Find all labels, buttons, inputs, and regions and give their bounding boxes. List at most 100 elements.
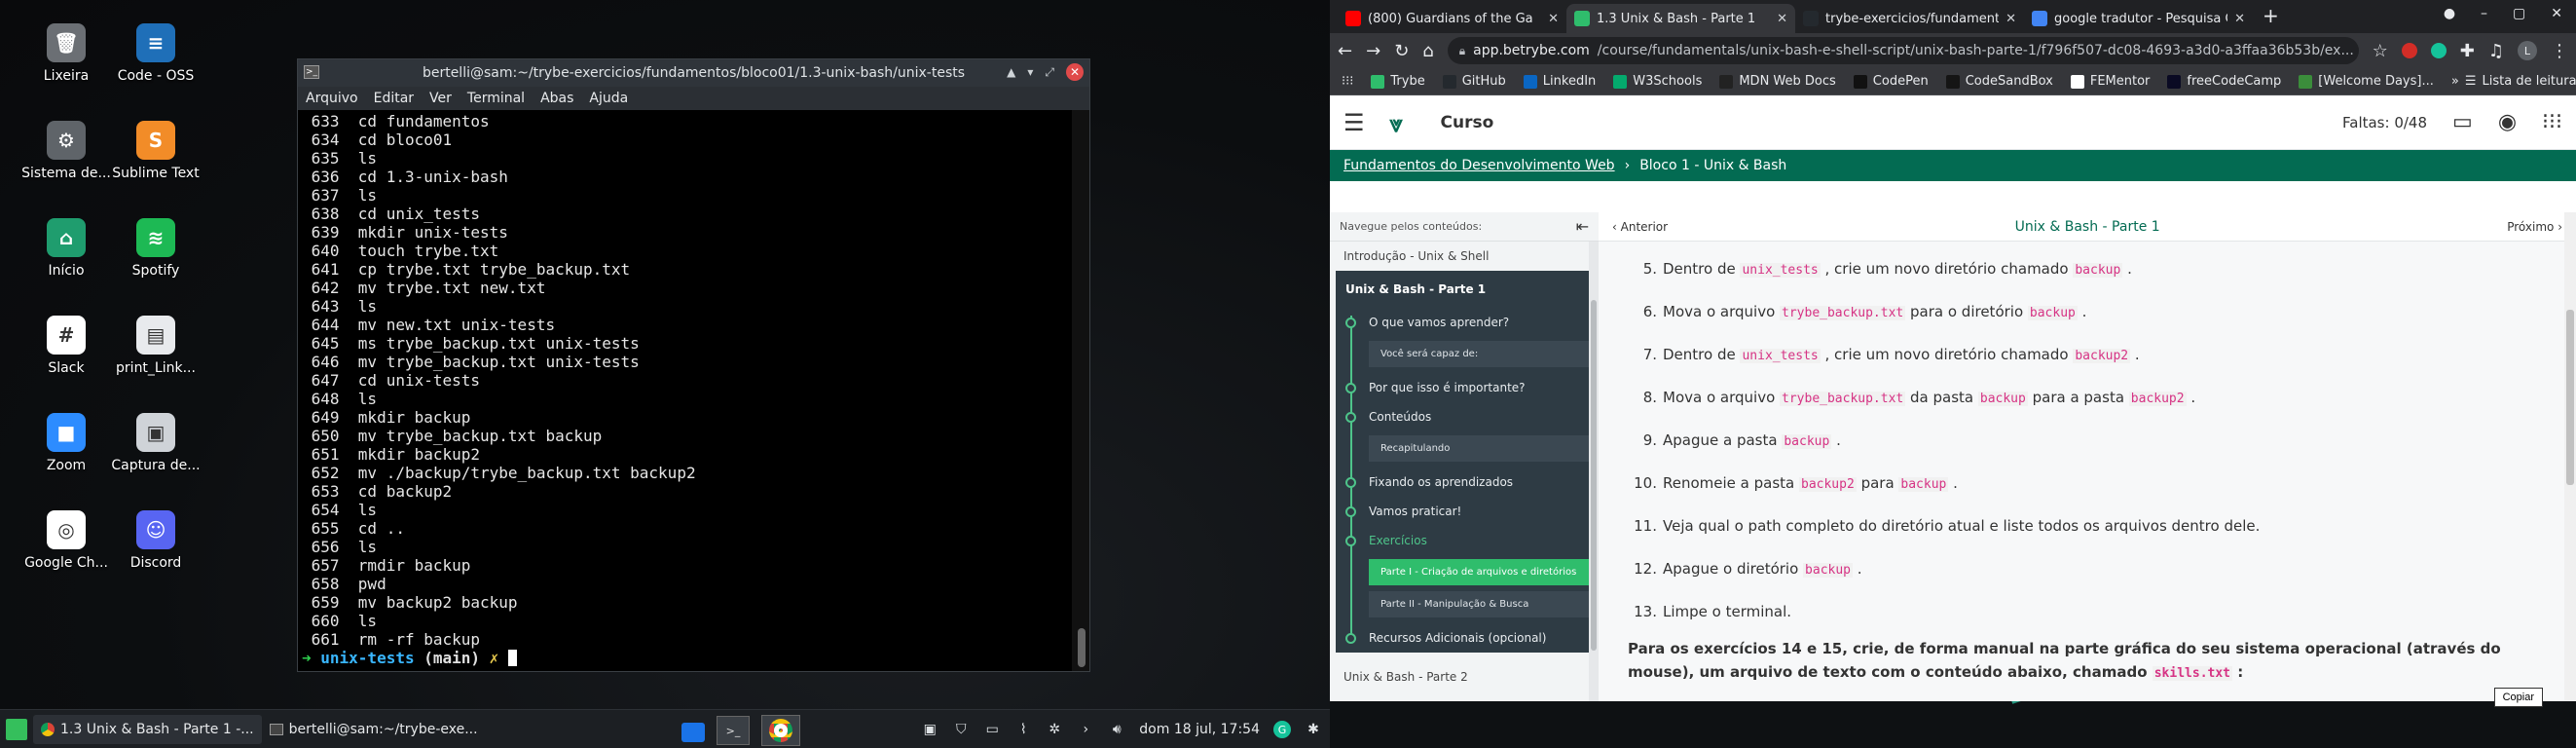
tab-close-icon[interactable]: ✕ (1548, 12, 1559, 26)
tab-search-icon[interactable]: ● (2444, 6, 2455, 21)
reading-list-button[interactable]: » ☰ Lista de leitura (2451, 74, 2576, 89)
bookmark-item[interactable]: W3Schools (1613, 74, 1702, 89)
browser-tab[interactable]: (800) Guardians of the Ga ✕ (1338, 4, 1566, 33)
extension-grammarly-icon[interactable] (2430, 43, 2447, 58)
minimize-icon[interactable]: ▾ (1027, 65, 1033, 79)
sidenav-subitem-label[interactable]: O que vamos aprender? (1336, 308, 1599, 337)
desktop-icon[interactable]: S Sublime Text (111, 121, 201, 181)
files-launcher-icon[interactable] (681, 723, 705, 742)
terminal-menu-item[interactable]: Terminal (467, 91, 525, 106)
home-icon[interactable]: ⌂ (1422, 41, 1433, 61)
sidenav-subitem-label[interactable]: Conteúdos (1336, 402, 1599, 431)
sidenav-subitem[interactable]: O que vamos aprender? Você será capaz de: (1336, 308, 1599, 367)
bookmark-item[interactable]: [Welcome Days]... (2299, 74, 2434, 89)
chrome-launcher-icon[interactable] (761, 715, 800, 746)
terminal-menu-item[interactable]: Abas (540, 91, 573, 106)
terminal-menu-item[interactable]: Ajuda (589, 91, 628, 106)
sidenav-subitem[interactable]: Recursos Adicionais (opcional) (1336, 623, 1599, 653)
apps-grid-icon[interactable]: ⁝⁝⁝ (2542, 110, 2562, 134)
pager-prev[interactable]: ‹ Anterior (1612, 220, 1668, 234)
clock[interactable]: dom 18 jul, 17:54 (1139, 722, 1260, 737)
keep-above-icon[interactable]: ▲ (1007, 65, 1015, 79)
close-icon[interactable]: ✕ (2551, 6, 2562, 21)
sidenav-subitem[interactable]: Por que isso é importante? (1336, 373, 1599, 402)
settings-gear-icon[interactable]: ✲ (1046, 721, 1063, 738)
sidenav-subitem[interactable]: Fixando os aprendizados (1336, 468, 1599, 497)
pager-next[interactable]: Próximo › (2507, 220, 2562, 234)
page-scrollbar[interactable] (2564, 212, 2576, 701)
apps-icon[interactable]: ⁝⁝⁝ (1342, 74, 1353, 89)
desktop-icon[interactable]: ◎ Google Ch... (21, 510, 111, 571)
back-icon[interactable]: ← (1338, 41, 1352, 61)
profile-avatar[interactable]: L (2518, 41, 2537, 60)
sidenav-subitem[interactable]: Exercícios Parte I - Criação de arquivos … (1336, 526, 1599, 617)
slack-tray-icon[interactable]: ✱ (1305, 721, 1322, 738)
terminal-window[interactable]: >_ bertelli@sam:~/trybe-exercicios/funda… (297, 58, 1090, 672)
tab-close-icon[interactable]: ✕ (2006, 12, 2016, 26)
desktop-icon[interactable]: # Slack (21, 316, 111, 376)
clipboard-icon[interactable]: ▭ (983, 721, 1001, 738)
maximize-icon[interactable]: ⤢ (1045, 65, 1054, 80)
desktop-icon[interactable]: ■ Zoom (21, 413, 111, 473)
desktop-icon[interactable]: ≋ Spotify (111, 218, 201, 279)
bookmark-item[interactable]: GitHub (1442, 74, 1506, 89)
address-bar[interactable]: 🔒︎ app.betrybe.com/course/fundamentals/u… (1447, 37, 2359, 64)
sidenav-child-item[interactable]: Recapitulando (1369, 435, 1595, 462)
browser-tab[interactable]: google tradutor - Pesquisa G ✕ (2024, 4, 2253, 33)
sidenav-scrollbar[interactable] (1589, 242, 1599, 701)
paperclip-icon[interactable]: ⌇ (1014, 721, 1032, 738)
collapse-sidenav-icon[interactable]: ⇤ (1576, 217, 1589, 236)
bookmark-item[interactable]: CodePen (1853, 74, 1929, 89)
desktop-icon[interactable]: ▤ print_Link... (111, 316, 201, 376)
taskbar-item-terminal[interactable]: bertelli@sam:~/trybe-exe... (262, 715, 486, 744)
taskbar-item-browser[interactable]: 1.3 Unix & Bash - Parte 1 -... (33, 714, 262, 744)
desktop-icon[interactable]: ≡ Code - OSS (111, 23, 201, 84)
minimize-icon[interactable]: – (2481, 6, 2487, 21)
new-tab-button[interactable]: + (2253, 4, 2289, 33)
tab-close-icon[interactable]: ✕ (2234, 12, 2245, 26)
sidenav-child-item[interactable]: Parte I - Criação de arquivos e diretóri… (1369, 559, 1595, 585)
start-menu-button[interactable] (0, 715, 33, 744)
desktop-icon[interactable]: ⌂ Início (21, 218, 111, 279)
browser-tab[interactable]: trybe-exercicios/fundament ✕ (1795, 4, 2024, 33)
menu-kebab-icon[interactable]: ⋮ (2551, 41, 2568, 61)
bookmark-item[interactable]: MDN Web Docs (1719, 74, 1836, 89)
terminal-menu-item[interactable]: Ver (429, 91, 452, 106)
briefcase-icon[interactable]: ▭ (2452, 110, 2473, 134)
shield-icon[interactable]: ⛉ (952, 721, 970, 738)
tab-close-icon[interactable]: ✕ (1777, 12, 1787, 26)
hamburger-menu-icon[interactable]: ☰ (1343, 109, 1365, 136)
terminal-titlebar[interactable]: >_ bertelli@sam:~/trybe-exercicios/funda… (298, 59, 1089, 87)
sidenav-subitem[interactable]: Conteúdos Recapitulando (1336, 402, 1599, 462)
terminal-menu-item[interactable]: Arquivo (306, 91, 358, 106)
forward-icon[interactable]: → (1366, 41, 1380, 61)
sidenav-subitem[interactable]: Vamos praticar! (1336, 497, 1599, 526)
grammarly-icon[interactable]: G (1273, 721, 1291, 738)
terminal-output[interactable]: 633 cd fundamentos 634 cd bloco01 635 ls… (298, 110, 1072, 671)
terminal-launcher-icon[interactable]: >_ (717, 716, 750, 745)
sidenav-subitem-label[interactable]: Exercícios (1336, 526, 1599, 555)
terminal-tray-icon[interactable]: ▣ (921, 721, 938, 738)
extension-lastpass-icon[interactable] (2401, 43, 2417, 58)
sidenav-subitem-label[interactable]: Recursos Adicionais (opcional) (1336, 623, 1599, 653)
sidenav-next-item[interactable]: Unix & Bash - Parte 2 (1330, 662, 1599, 692)
desktop-icon[interactable]: ▣ Captura de... (111, 413, 201, 473)
bookmark-item[interactable]: freeCodeCamp (2167, 74, 2281, 89)
trybe-logo-icon[interactable]: ⩔ (1390, 110, 1416, 137)
desktop-icon[interactable]: ⚙ Sistema de... (21, 121, 111, 181)
sidenav-subitem-label[interactable]: Por que isso é importante? (1336, 373, 1599, 402)
breadcrumb-root[interactable]: Fundamentos do Desenvolvimento Web (1343, 158, 1615, 173)
maximize-icon[interactable]: ▢ (2513, 6, 2525, 21)
terminal-scrollbar[interactable] (1072, 110, 1089, 671)
bookmark-item[interactable]: CodeSandBox (1945, 74, 2053, 89)
sidenav-child-item[interactable]: Você será capaz de: (1369, 341, 1595, 367)
bookmark-item[interactable]: Trybe (1371, 74, 1425, 89)
sidenav-section-title[interactable]: Unix & Bash - Parte 1 (1336, 271, 1599, 308)
reload-icon[interactable]: ↻ (1394, 41, 1409, 61)
sidenav-subitem-label[interactable]: Fixando os aprendizados (1336, 468, 1599, 497)
terminal-prompt[interactable]: ➜ unix-tests (main) ✗ (302, 649, 1068, 667)
bookmark-item[interactable]: FEMentor (2070, 74, 2150, 89)
sidenav-child-item[interactable]: Parte II - Manipulação & Busca (1369, 591, 1595, 617)
copy-button[interactable]: Copiar (2493, 688, 2543, 707)
desktop-icon[interactable]: 🗑︎ Lixeira (21, 23, 111, 84)
